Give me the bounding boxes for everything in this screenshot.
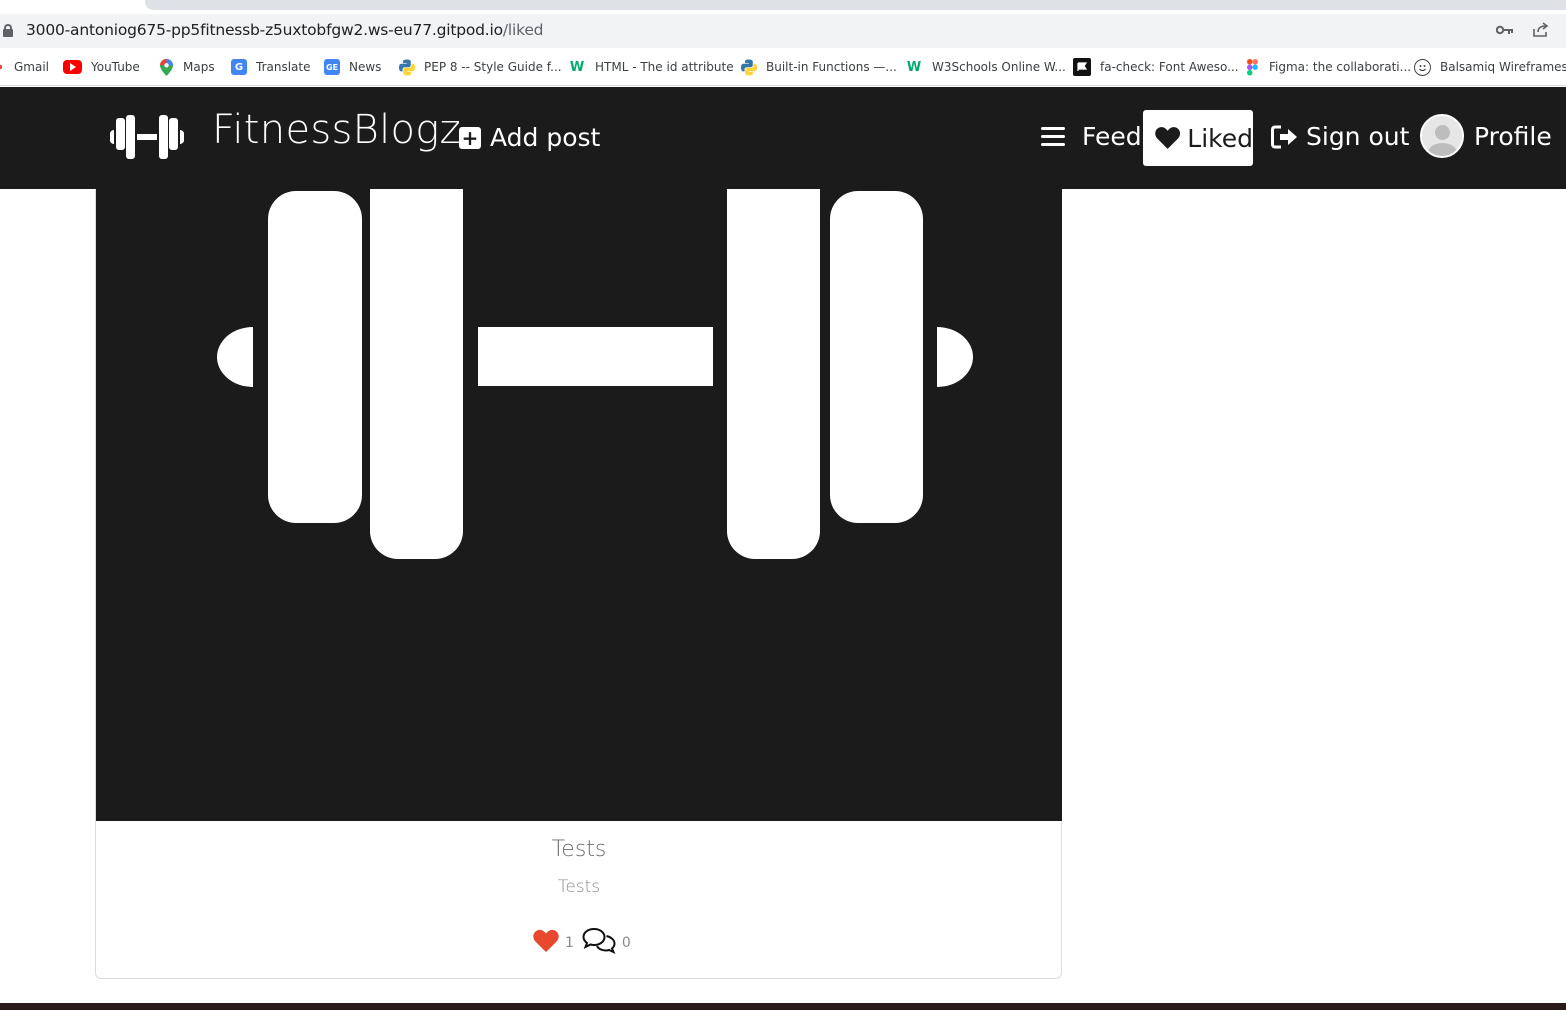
dumbbell-logo-icon[interactable] bbox=[110, 115, 184, 159]
add-post-link[interactable]: + Add post bbox=[459, 123, 600, 152]
footer-strip bbox=[0, 1003, 1566, 1010]
add-post-label: Add post bbox=[490, 123, 601, 152]
bookmarks-bar: Gmail YouTube Maps G Translate GE News P… bbox=[0, 48, 1566, 86]
bookmark-label: YouTube bbox=[91, 60, 140, 74]
bookmark-gmail[interactable]: Gmail bbox=[0, 57, 49, 77]
w3schools-icon: W bbox=[906, 59, 922, 75]
bookmark-figma[interactable]: Figma: the collaborati... bbox=[1244, 57, 1411, 77]
bookmark-balsamiq[interactable]: Balsamiq Wireframes... bbox=[1414, 57, 1566, 77]
nav-signout-link[interactable]: Sign out bbox=[1271, 122, 1409, 151]
comments-count: 0 bbox=[621, 935, 631, 951]
bookmark-label: Balsamiq Wireframes... bbox=[1440, 60, 1566, 74]
url-text[interactable]: 3000-antoniog675-pp5fitnessb-z5uxtobfgw2… bbox=[26, 21, 544, 39]
comments-icon[interactable] bbox=[582, 927, 616, 955]
figma-icon bbox=[1244, 58, 1260, 75]
bookmark-news[interactable]: GE News bbox=[324, 57, 381, 77]
bookmark-label: fa-check: Font Aweso... bbox=[1100, 60, 1239, 74]
nav-liked-link[interactable]: Liked bbox=[1143, 110, 1253, 166]
fontawesome-icon bbox=[1073, 58, 1091, 76]
post-title[interactable]: Tests bbox=[96, 837, 1062, 862]
gmail-icon bbox=[0, 59, 2, 75]
bookmark-fa-check[interactable]: fa-check: Font Aweso... bbox=[1073, 57, 1239, 77]
heart-icon bbox=[1155, 127, 1181, 149]
bars-icon bbox=[1041, 126, 1065, 146]
nav-signout-label: Sign out bbox=[1306, 122, 1410, 151]
youtube-icon bbox=[63, 60, 82, 74]
plus-square-icon: + bbox=[459, 126, 481, 149]
bookmark-label: News bbox=[349, 60, 382, 74]
sign-out-icon bbox=[1271, 125, 1297, 148]
translate-icon: G bbox=[231, 59, 247, 75]
bookmark-label: W3Schools Online W... bbox=[932, 60, 1066, 74]
post-image[interactable] bbox=[96, 189, 1062, 821]
bookmark-translate[interactable]: G Translate bbox=[231, 57, 311, 77]
bookmark-label: PEP 8 -- Style Guide f... bbox=[424, 60, 562, 74]
bookmark-label: HTML - The id attribute bbox=[595, 60, 734, 74]
python-icon bbox=[399, 59, 415, 75]
post-content: Tests bbox=[557, 877, 601, 897]
bookmark-label: Figma: the collaborati... bbox=[1269, 60, 1412, 74]
bookmark-label: Maps bbox=[183, 60, 215, 74]
balsamiq-icon bbox=[1414, 58, 1431, 76]
bookmark-youtube[interactable]: YouTube bbox=[63, 57, 140, 77]
likes-count: 1 bbox=[565, 935, 574, 951]
address-bar[interactable]: 3000-antoniog675-pp5fitnessb-z5uxtobfgw2… bbox=[0, 14, 1566, 48]
key-icon[interactable] bbox=[1496, 25, 1514, 35]
browser-tabstrip bbox=[0, 0, 1566, 12]
bookmark-label: Translate bbox=[256, 60, 311, 74]
brand-name[interactable]: FitnessBlogz bbox=[212, 107, 461, 153]
bookmark-label: Gmail bbox=[14, 60, 50, 74]
bookmark-builtin-functions[interactable]: Built-in Functions —... bbox=[741, 57, 897, 77]
bookmark-maps[interactable]: Maps bbox=[158, 57, 215, 77]
bookmark-w3schools[interactable]: W W3Schools Online W... bbox=[905, 57, 1066, 77]
post-card: Tests Tests 1 0 bbox=[95, 189, 1062, 979]
lock-icon[interactable] bbox=[3, 24, 13, 37]
nav-liked-label: Liked bbox=[1187, 123, 1253, 153]
bookmark-label: Built-in Functions —... bbox=[766, 60, 897, 74]
nav-feed-link[interactable]: Feed bbox=[1040, 122, 1142, 151]
bookmark-html-id[interactable]: W HTML - The id attribute bbox=[568, 57, 734, 77]
python-icon bbox=[741, 59, 757, 75]
w3schools-icon: W bbox=[569, 59, 585, 75]
nav-profile-link[interactable]: Profile bbox=[1420, 114, 1552, 158]
news-icon: GE bbox=[324, 59, 340, 75]
nav-feed-label: Feed bbox=[1082, 122, 1142, 151]
heart-icon[interactable] bbox=[533, 929, 559, 953]
site-navbar: FitnessBlogz + Add post Feed Liked Sign … bbox=[0, 87, 1566, 189]
avatar bbox=[1420, 114, 1464, 158]
share-icon[interactable] bbox=[1532, 22, 1550, 38]
nav-profile-label: Profile bbox=[1474, 121, 1552, 151]
maps-icon bbox=[158, 58, 174, 76]
bookmark-pep8[interactable]: PEP 8 -- Style Guide f... bbox=[399, 57, 562, 77]
post-stats: 1 0 bbox=[533, 927, 639, 955]
